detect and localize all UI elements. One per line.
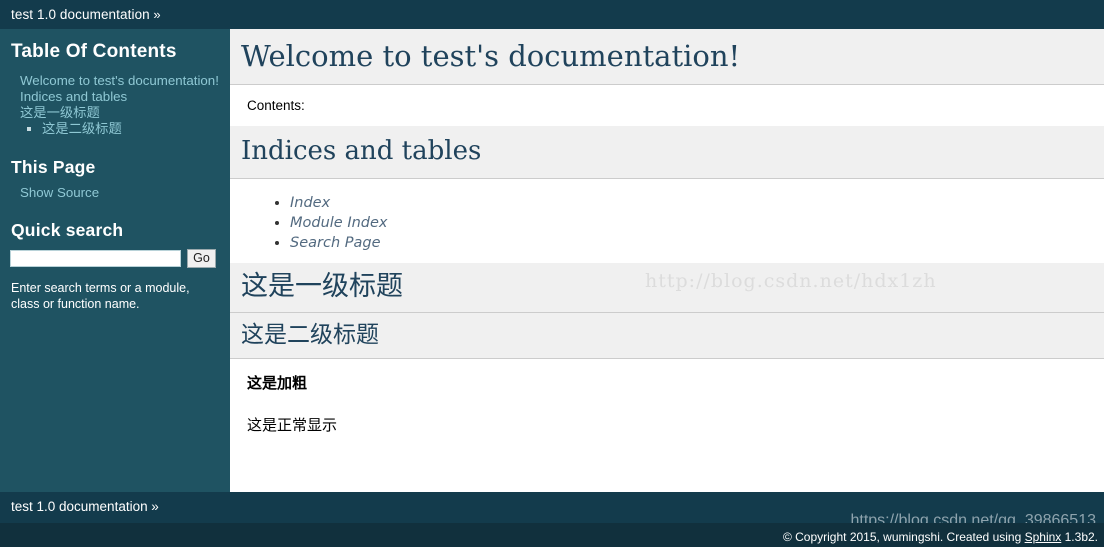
- footer: © Copyright 2015, wumingshi. Created usi…: [0, 523, 1104, 547]
- breadcrumb-documentation-link[interactable]: test 1.0 documentation: [11, 7, 150, 22]
- list-item: 这是一级标题 这是二级标题: [20, 105, 220, 137]
- copyright-text: © Copyright 2015, wumingshi. Created usi…: [782, 530, 1025, 544]
- breadcrumb-bottom-separator: »: [151, 499, 159, 514]
- sidebar-toc-sublist: 这是二级标题: [20, 121, 220, 137]
- heading-level-2-cjk: 这是二级标题: [230, 313, 1104, 359]
- sidebar-toc-list: Welcome to test's documentation! Indices…: [10, 73, 220, 137]
- sidebar-item-h1-cjk[interactable]: 这是一级标题: [20, 105, 100, 121]
- breadcrumb-bottom-documentation-link[interactable]: test 1.0 documentation: [11, 499, 148, 514]
- sphinx-link[interactable]: Sphinx: [1025, 530, 1062, 544]
- module-index-link[interactable]: Module Index: [290, 215, 388, 231]
- quick-search-form: Go: [10, 249, 220, 268]
- list-item: Index: [290, 193, 1104, 213]
- search-input[interactable]: [10, 250, 181, 267]
- search-go-button[interactable]: Go: [187, 249, 216, 268]
- sidebar-this-page-title: This Page: [11, 157, 96, 177]
- list-item: Welcome to test's documentation!: [20, 73, 220, 89]
- sidebar-quick-search-title: Quick search: [11, 220, 124, 240]
- sidebar-show-source-wrap: Show Source: [10, 185, 220, 200]
- contents-label: Contents:: [247, 98, 305, 113]
- search-hint-text: Enter search terms or a module, class or…: [11, 281, 190, 311]
- list-item: Indices and tables: [20, 89, 220, 105]
- bottom-related-bar: test 1.0 documentation »: [0, 492, 1104, 523]
- top-related-bar: test 1.0 documentation »: [0, 0, 1104, 29]
- sidebar-item-h2-cjk[interactable]: 这是二级标题: [42, 121, 122, 137]
- index-link[interactable]: Index: [290, 195, 330, 211]
- indices-link-list: Index Module Index Search Page: [230, 179, 1104, 263]
- body-text-block: 这是加粗 这是正常显示: [230, 372, 1104, 435]
- sidebar-toc-title: Table Of Contents: [11, 41, 177, 62]
- sphinx-version: 1.3b2.: [1061, 530, 1098, 544]
- sidebar-item-welcome[interactable]: Welcome to test's documentation!: [20, 73, 219, 89]
- list-item: Module Index: [290, 213, 1104, 233]
- list-item: 这是二级标题: [42, 121, 220, 137]
- sidebar-item-indices[interactable]: Indices and tables: [20, 89, 127, 105]
- search-page-link[interactable]: Search Page: [290, 235, 381, 251]
- heading-level-1-cjk: 这是一级标题: [230, 263, 1104, 313]
- list-item: Search Page: [290, 233, 1104, 253]
- breadcrumb-separator: »: [153, 7, 161, 22]
- sidebar: Table Of Contents Welcome to test's docu…: [0, 29, 230, 492]
- page-title: Welcome to test's documentation!: [230, 29, 1104, 85]
- main-content: Welcome to test's documentation! Content…: [230, 29, 1104, 492]
- bold-paragraph: 这是加粗: [247, 375, 308, 392]
- indices-and-tables-heading: Indices and tables: [230, 126, 1104, 179]
- show-source-link[interactable]: Show Source: [20, 185, 99, 200]
- normal-paragraph: 这是正常显示: [247, 417, 338, 434]
